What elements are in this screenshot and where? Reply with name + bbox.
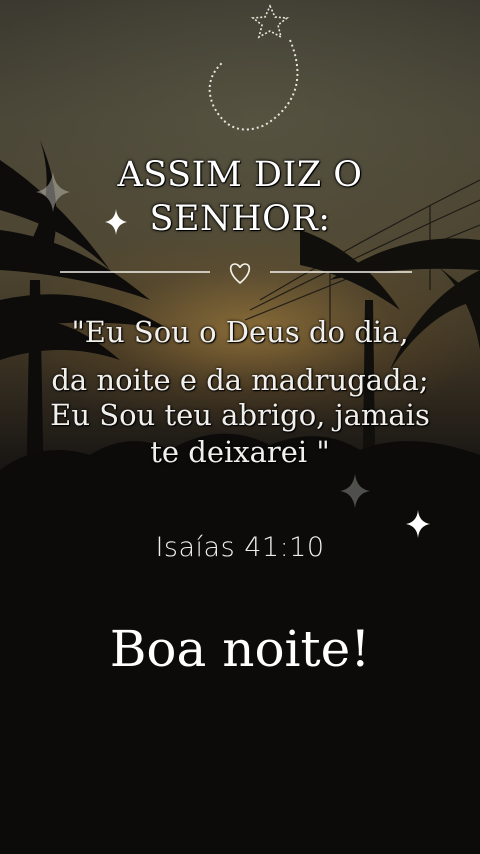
greeting-text: Boa noite! xyxy=(109,620,371,678)
four-point-star-icon xyxy=(105,209,127,235)
quote-line-4: te deixarei " xyxy=(150,435,330,469)
star-swirl-icon xyxy=(208,4,299,131)
quote-line-1: "Eu Sou o Deus do dia, xyxy=(71,315,409,349)
four-point-star-icon xyxy=(36,172,70,212)
title-line-2: SENHOR: xyxy=(149,199,331,239)
quote-line-2: da noite e da madrugada; xyxy=(51,363,429,397)
quote-line-3: Eu Sou teu abrigo, jamais xyxy=(50,398,430,432)
wallpaper-canvas: ASSIM DIZ O SENHOR: "Eu Sou o Deus do di… xyxy=(0,0,480,854)
four-point-star-icon xyxy=(340,474,370,508)
four-point-star-icon xyxy=(406,510,430,538)
heart-outline-icon xyxy=(229,263,251,285)
title-line-1: ASSIM DIZ O xyxy=(117,155,363,195)
heart-divider xyxy=(60,263,412,285)
